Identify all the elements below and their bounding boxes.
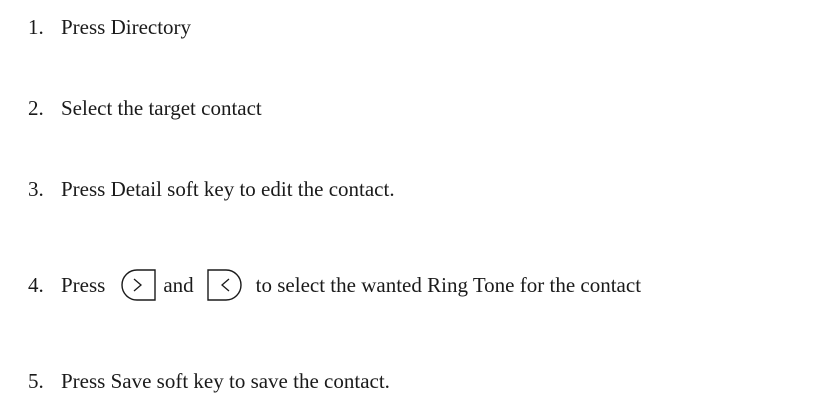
step-number: 5. (28, 368, 44, 393)
step-text: Select the target contact (61, 95, 262, 120)
step-text-before: Press (61, 272, 106, 297)
step-number: 2. (28, 95, 44, 120)
step-number: 1. (28, 14, 44, 39)
step-text-middle: and (163, 272, 194, 297)
step-text: Press Detail soft key to edit the contac… (61, 176, 395, 201)
step-number: 3. (28, 176, 44, 201)
step-number: 4. (28, 272, 44, 297)
step-text: Press Save soft key to save the contact. (61, 368, 390, 393)
left-arrow-key-icon (206, 268, 244, 302)
step-text: Press and to select the wanted Ring Tone… (61, 268, 641, 302)
step-text-after: to select the wanted Ring Tone for the c… (255, 272, 642, 297)
right-arrow-key-icon (119, 268, 157, 302)
step-text: Press Directory (61, 14, 192, 39)
